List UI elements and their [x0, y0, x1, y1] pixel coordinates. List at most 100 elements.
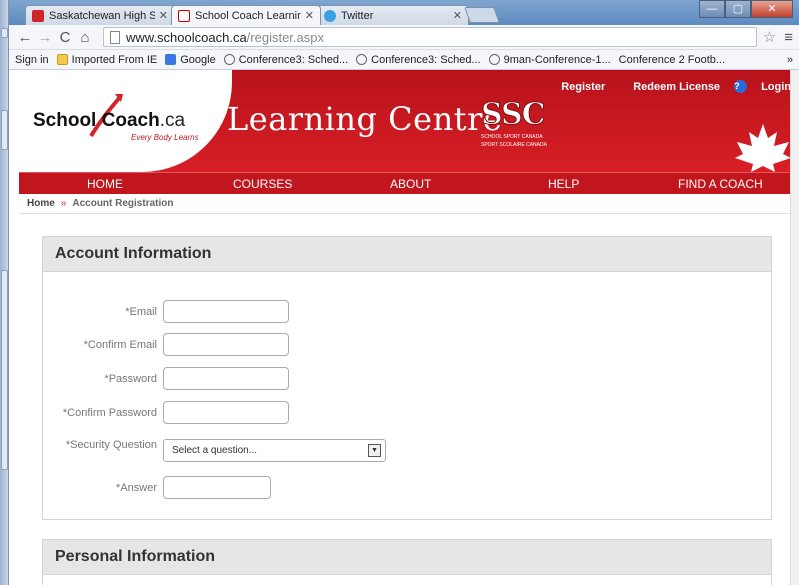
browser-window: Saskatchewan High Schoo ✕ School Coach L…: [9, 0, 799, 81]
logo-tagline: Every Body Learns: [131, 133, 199, 142]
bookmark-conference3-a[interactable]: Conference3: Sched...: [223, 53, 349, 66]
logo-panel[interactable]: School Coach.ca Every Body Learns: [19, 70, 232, 172]
more-bookmarks-button[interactable]: »: [787, 54, 793, 66]
confirm-password-row: *Confirm Password: [43, 401, 289, 424]
help-icon[interactable]: ?: [734, 80, 748, 93]
os-scroll-thumb[interactable]: [1, 270, 8, 470]
bookmark-google[interactable]: Google: [165, 53, 216, 66]
email-label: *Email: [125, 305, 157, 318]
page-icon: [110, 30, 120, 44]
nav-courses[interactable]: COURSES: [233, 177, 292, 191]
password-label: *Password: [104, 372, 157, 385]
bookmark-label: Imported From IE: [71, 53, 158, 66]
reload-icon[interactable]: C: [55, 29, 75, 46]
nav-help[interactable]: HELP: [548, 177, 579, 191]
minimize-button[interactable]: —: [699, 0, 725, 18]
new-tab-button[interactable]: [464, 7, 500, 23]
answer-field[interactable]: [163, 476, 271, 499]
page-title: Learning Centre: [227, 100, 503, 138]
page-scrollbar[interactable]: [790, 70, 799, 585]
window-close-button[interactable]: ✕: [751, 0, 793, 18]
address-bar[interactable]: www.schoolcoach.ca/register.aspx: [103, 27, 757, 47]
close-tab-icon[interactable]: ✕: [453, 9, 462, 22]
os-icon[interactable]: [1, 110, 8, 150]
bookmark-conference3-b[interactable]: Conference3: Sched...: [356, 53, 481, 66]
redeem-license-link[interactable]: Redeem License?: [619, 80, 748, 93]
dropdown-arrow-icon[interactable]: ▼: [368, 444, 381, 457]
confirm-email-row: *Confirm Email: [43, 333, 289, 356]
menu-icon[interactable]: ≡: [784, 29, 793, 46]
logo-coach: Coach: [101, 110, 160, 131]
bookmark-conference2[interactable]: Conference 2 Footb...: [28, 53, 726, 81]
back-icon[interactable]: ←: [15, 29, 35, 46]
confirm-password-field[interactable]: [163, 401, 289, 424]
answer-label: *Answer: [116, 481, 157, 494]
url-path: /register.aspx: [246, 29, 324, 45]
confirm-password-label: *Confirm Password: [62, 406, 157, 419]
email-field[interactable]: [163, 300, 289, 323]
password-row: *Password: [43, 367, 289, 390]
nav-about[interactable]: ABOUT: [390, 177, 431, 191]
web-icon: [488, 54, 500, 65]
site-header: School Coach.ca Every Body Learns Learni…: [19, 70, 799, 172]
nav-home[interactable]: HOME: [87, 177, 123, 191]
ssc-subtitle-en: SCHOOL SPORT CANADA: [481, 134, 543, 140]
ssc-logo: SSC SCHOOL SPORT CANADA SPORT SCOLAIRE C…: [481, 97, 571, 157]
nav-find-a-coach[interactable]: FIND A COACH: [678, 177, 763, 191]
email-row: *Email: [43, 300, 289, 323]
tab-label: Saskatchewan High Schoo: [49, 9, 155, 22]
login-link[interactable]: Login: [761, 80, 791, 93]
web-icon: [223, 54, 235, 65]
bookmark-imported[interactable]: Imported From IE: [56, 53, 158, 66]
bookmark-label: Conference3: Sched...: [371, 53, 481, 66]
redeem-license-label: Redeem License: [633, 80, 721, 93]
maple-leaf-icon: [735, 124, 791, 172]
os-sidebar: [0, 0, 9, 585]
favicon-icon: [32, 9, 44, 22]
window-controls: — ▢ ✕: [699, 0, 793, 18]
bookmark-9man[interactable]: 9man-Conference-1...: [488, 54, 611, 66]
tab-saskatchewan[interactable]: Saskatchewan High Schoo ✕: [25, 5, 175, 25]
top-links: Register Redeem License? Login: [547, 80, 791, 93]
breadcrumb-home[interactable]: Home: [27, 198, 55, 209]
breadcrumb-current: Account Registration: [72, 198, 174, 209]
bookmark-label: Google: [180, 53, 216, 66]
confirm-email-field[interactable]: [163, 333, 289, 356]
security-question-value: Select a question...: [172, 445, 258, 456]
logo-ca: .ca: [159, 110, 186, 131]
twitter-icon: [324, 9, 336, 22]
site-logo: School Coach.ca: [33, 110, 185, 132]
tab-label: Twitter: [341, 9, 374, 22]
bookmark-sign-in[interactable]: Sign in: [15, 53, 49, 81]
breadcrumb-separator: »: [60, 198, 67, 209]
ssc-mark: SSC: [481, 97, 547, 133]
account-information-heading: Account Information: [43, 237, 771, 272]
google-icon: [165, 54, 177, 65]
favicon-icon: [178, 9, 190, 22]
bookmark-label: Conference3: Sched...: [238, 53, 349, 66]
tab-schoolcoach[interactable]: School Coach Learning Ce ✕: [171, 5, 321, 25]
url-host: www.schoolcoach.ca: [126, 29, 247, 45]
bookmark-star-icon[interactable]: ☆: [763, 28, 776, 46]
personal-information-heading: Personal Information: [43, 540, 771, 575]
browser-toolbar: ← → C ⌂ www.schoolcoach.ca/register.aspx…: [9, 25, 799, 50]
breadcrumb: Home » Account Registration: [19, 194, 799, 214]
maximize-button[interactable]: ▢: [725, 0, 751, 18]
security-question-row: *Security Question Select a question... …: [43, 439, 386, 462]
forward-icon[interactable]: →: [35, 29, 55, 46]
tab-strip: Saskatchewan High Schoo ✕ School Coach L…: [9, 0, 799, 25]
os-icon[interactable]: [1, 28, 8, 38]
bookmark-label: Conference 2 Footb...: [618, 53, 726, 66]
tab-twitter[interactable]: Twitter ✕: [317, 5, 469, 25]
personal-information-panel: Personal Information: [42, 539, 772, 585]
password-field[interactable]: [163, 367, 289, 390]
home-icon[interactable]: ⌂: [75, 29, 95, 46]
security-question-label: *Security Question: [65, 439, 157, 451]
close-tab-icon[interactable]: ✕: [305, 9, 314, 22]
bookmark-label: Sign in: [15, 53, 49, 66]
main-nav: HOME COURSES ABOUT HELP FIND A COACH: [19, 172, 799, 194]
close-tab-icon[interactable]: ✕: [159, 9, 168, 22]
confirm-email-label: *Confirm Email: [83, 338, 157, 351]
register-link[interactable]: Register: [561, 80, 605, 93]
security-question-select[interactable]: Select a question... ▼: [163, 439, 386, 462]
